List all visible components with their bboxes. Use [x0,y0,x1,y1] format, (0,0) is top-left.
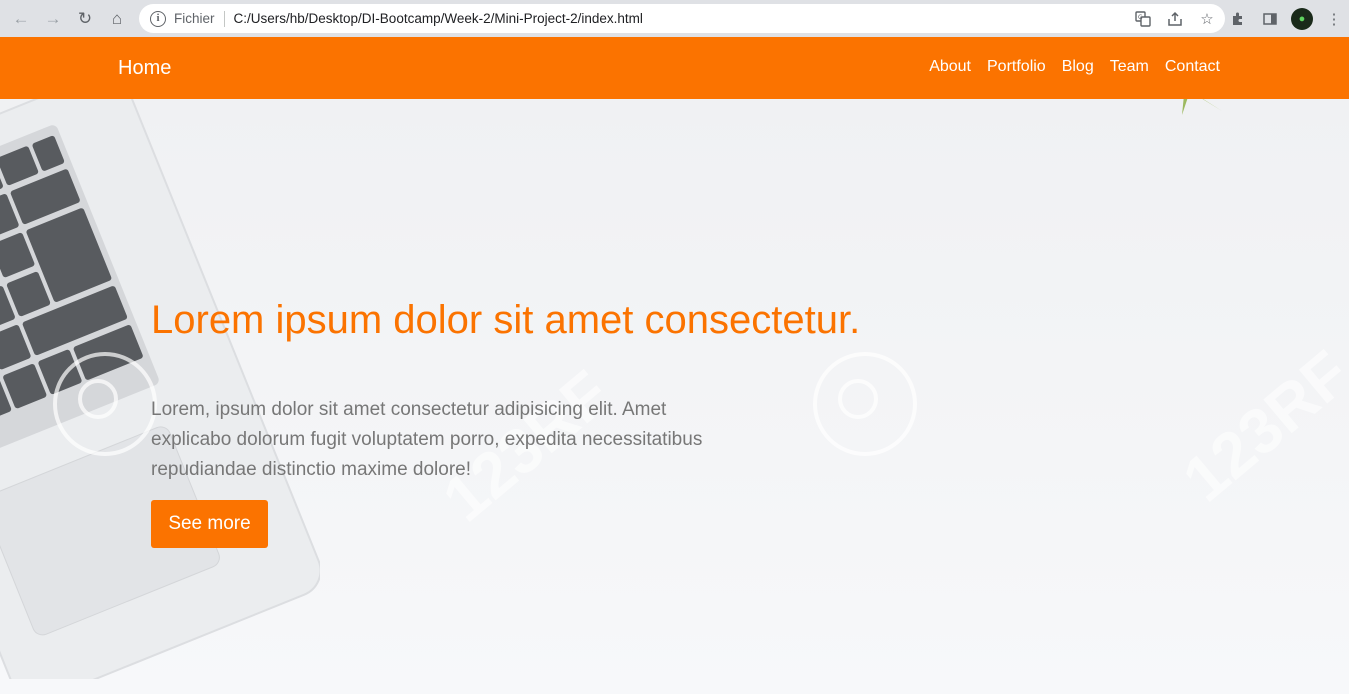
info-icon[interactable]: i [150,10,166,27]
forward-icon[interactable]: → [40,6,66,32]
extensions-icon[interactable] [1227,8,1249,30]
scheme-label: Fichier [174,11,215,26]
nav-link-team[interactable]: Team [1110,58,1149,76]
address-bar[interactable]: i Fichier C:/Users/hb/Desktop/DI-Bootcam… [139,4,1225,33]
nav-link-blog[interactable]: Blog [1062,58,1094,76]
brand-home-link[interactable]: Home [118,57,171,80]
laptop-background-image [0,99,320,679]
hero-description: Lorem, ipsum dolor sit amet consectetur … [151,399,703,480]
nav-link-contact[interactable]: Contact [1165,58,1220,76]
nav-link-about[interactable]: About [929,58,971,76]
hero-title: Lorem ipsum dolor sit amet consectetur. [151,298,861,342]
back-icon[interactable]: ← [8,6,34,32]
svg-text:G: G [1138,14,1143,21]
share-icon[interactable] [1165,9,1185,29]
site-navbar: Home About Portfolio Blog Team Contact [0,37,1349,99]
watermark-logo-icon [813,352,917,456]
profile-avatar[interactable]: ● [1291,7,1313,30]
plant-leaves-image [1182,99,1222,115]
hero-section: 123RF 123RF Lorem ipsum dolor sit amet c… [0,99,1349,694]
watermark-logo-icon [53,352,157,456]
nav-menu: About Portfolio Blog Team Contact [929,58,1220,76]
reload-icon[interactable]: ↻ [72,6,98,32]
side-panel-icon[interactable] [1259,8,1281,30]
watermark-text: 123RF [1169,336,1349,516]
nav-link-portfolio[interactable]: Portfolio [987,58,1046,76]
home-icon[interactable]: ⌂ [104,6,130,32]
url-text[interactable]: C:/Users/hb/Desktop/DI-Bootcamp/Week-2/M… [234,11,643,26]
browser-toolbar: ← → ↻ ⌂ i Fichier C:/Users/hb/Desktop/DI… [0,0,1349,37]
more-menu-icon[interactable]: ⋮ [1323,8,1345,30]
omnibox-divider [223,10,225,27]
see-more-button[interactable]: See more [151,500,268,548]
bookmark-star-icon[interactable]: ☆ [1197,9,1217,29]
translate-icon[interactable]: G [1133,9,1153,29]
